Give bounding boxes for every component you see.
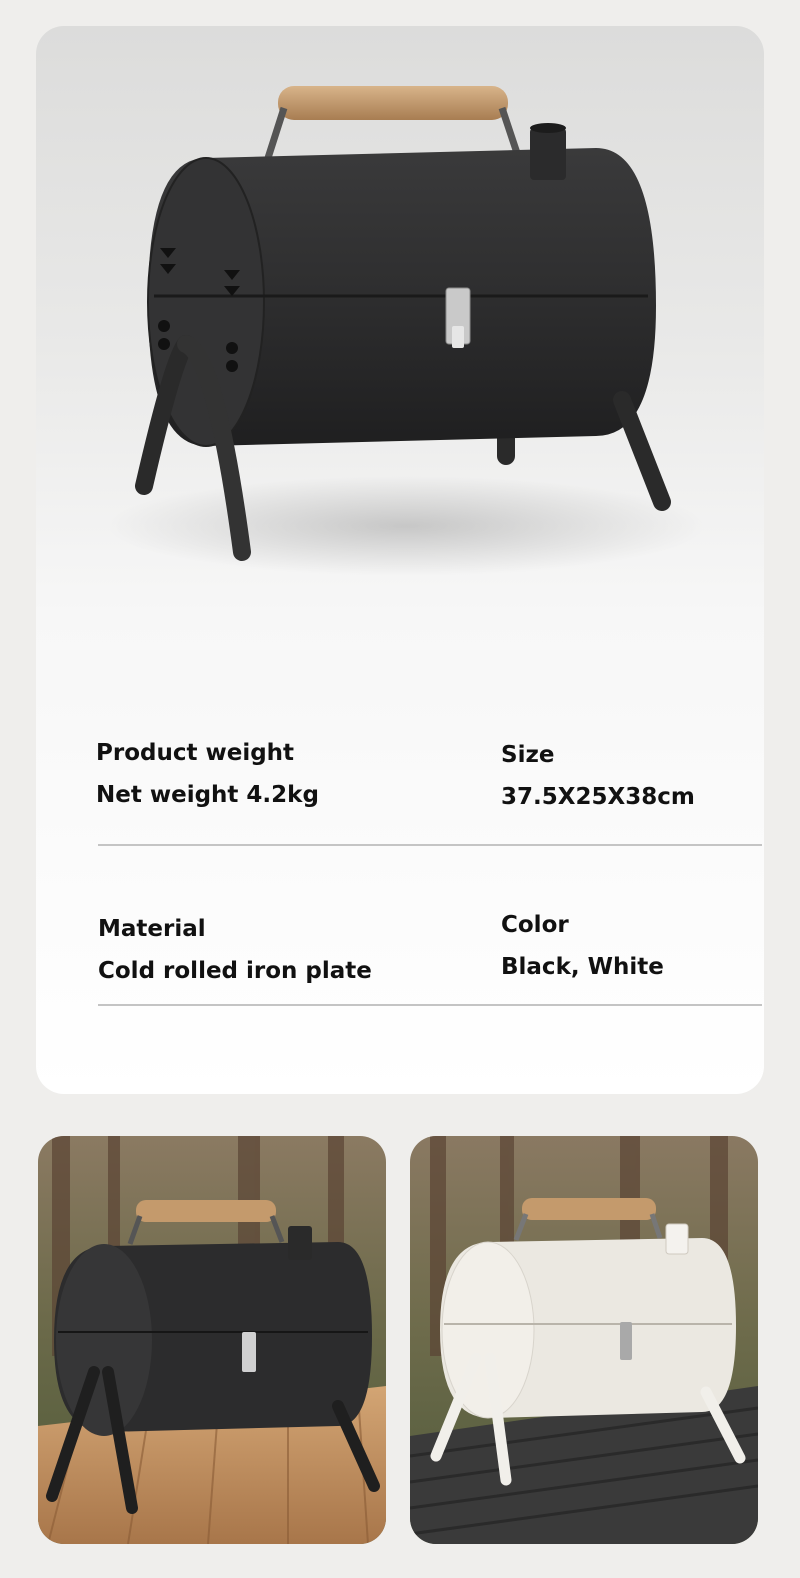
spec-material: Material Cold rolled iron plate — [98, 908, 372, 992]
spec-card: Product weight Net weight 4.2kg Size 37.… — [36, 26, 764, 1094]
spec-weight-label: Product weight — [96, 740, 295, 766]
spec-color: Color Black, White — [501, 904, 664, 988]
spec-size: Size 37.5X25X38cm — [501, 734, 695, 818]
spec-color-label: Color — [501, 912, 569, 938]
spec-size-label: Size — [501, 742, 555, 768]
divider — [98, 1004, 762, 1006]
spec-weight: Product weight Net weight 4.2kg — [96, 732, 319, 816]
grill-hero-image — [106, 86, 706, 576]
divider — [98, 844, 762, 846]
spec-color-value: Black, White — [501, 954, 664, 980]
spec-material-label: Material — [98, 916, 206, 942]
spec-size-value: 37.5X25X38cm — [501, 784, 695, 810]
grill-white-photo — [410, 1136, 758, 1544]
grill-black-photo — [38, 1136, 386, 1544]
spec-material-value: Cold rolled iron plate — [98, 958, 372, 984]
spec-weight-value: Net weight 4.2kg — [96, 782, 319, 808]
